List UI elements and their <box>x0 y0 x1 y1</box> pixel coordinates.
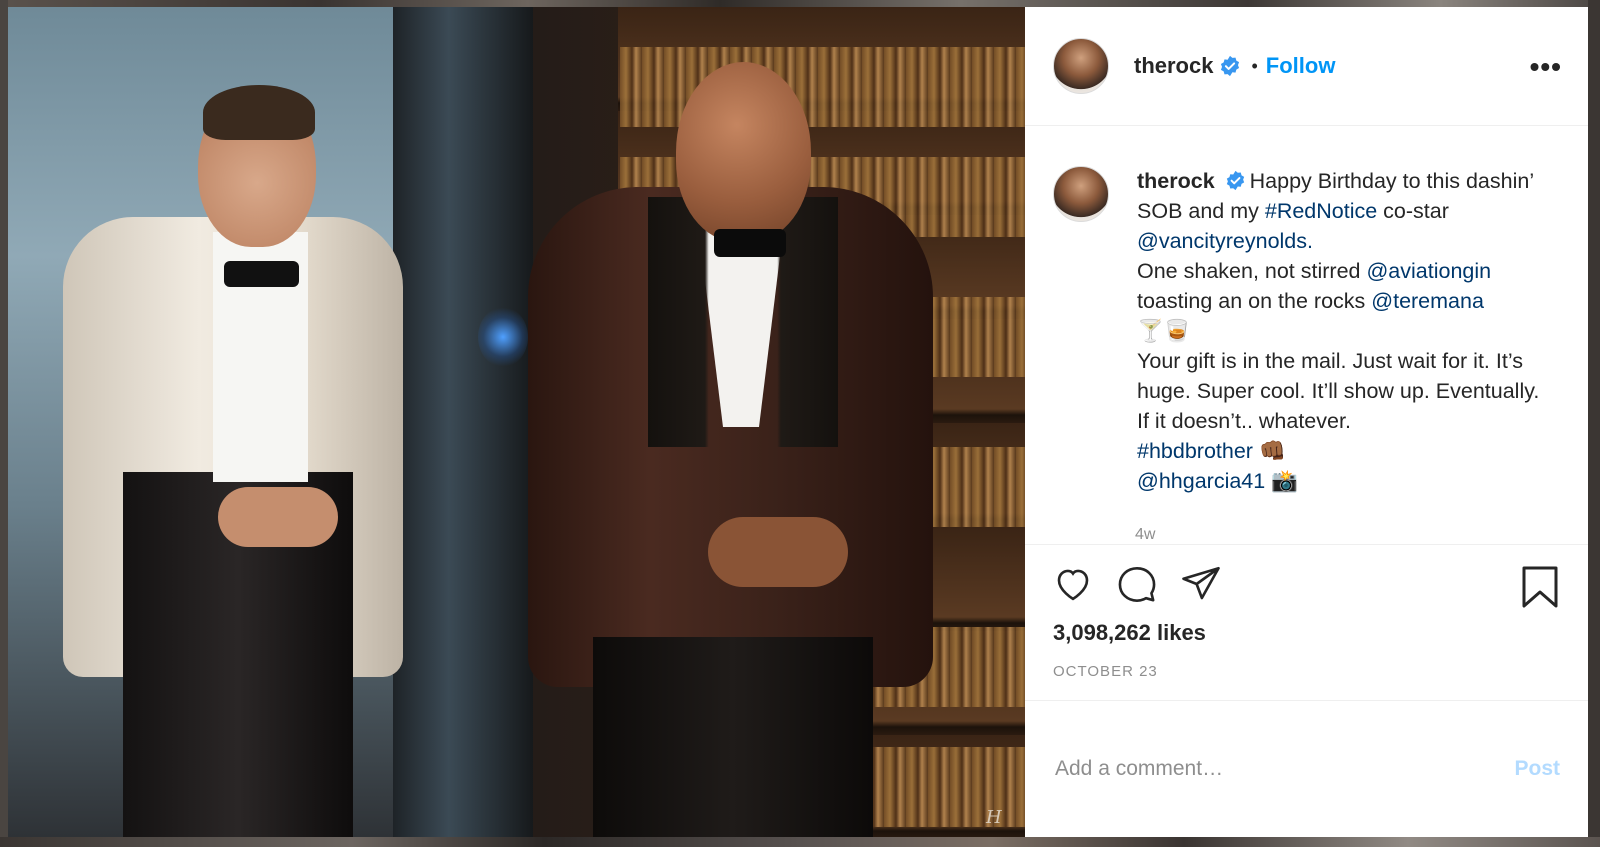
post-side-panel: therock • Follow ••• therock Happy Birth… <box>1025 7 1588 837</box>
verified-badge-icon <box>1226 170 1244 190</box>
hashtag-rednotice[interactable]: #RedNotice <box>1265 199 1377 223</box>
more-options-icon[interactable]: ••• <box>1530 51 1562 83</box>
photo-watermark: H <box>986 807 1002 828</box>
hashtag-hbdbrother[interactable]: #hbdbrother <box>1137 439 1253 463</box>
post-photo[interactable]: H <box>8 7 1025 837</box>
post-date: OCTOBER 23 <box>1053 663 1158 680</box>
caption-avatar[interactable] <box>1053 166 1109 222</box>
mention-vancityreynolds[interactable]: @vancityreynolds <box>1137 229 1307 253</box>
caption-section: therock Happy Birthday to this dashin’ S… <box>1025 126 1588 545</box>
share-icon[interactable] <box>1179 563 1223 605</box>
fist-emoji: 👊🏾 <box>1258 439 1286 463</box>
comment-icon[interactable] <box>1115 563 1159 605</box>
follow-button[interactable]: Follow <box>1266 53 1336 79</box>
comment-bar: Post <box>1025 701 1588 837</box>
post-header: therock • Follow ••• <box>1025 7 1588 126</box>
mention-hhgarcia41[interactable]: @hhgarcia41 <box>1137 469 1265 493</box>
background-feed-left <box>0 0 8 847</box>
bookmark-icon[interactable] <box>1520 565 1560 609</box>
action-bar: 3,098,262 likes OCTOBER 23 <box>1025 545 1588 701</box>
caption-username[interactable]: therock <box>1137 169 1215 193</box>
background-feed-right <box>1588 0 1600 847</box>
avatar[interactable] <box>1053 38 1109 94</box>
caption-text: therock Happy Birthday to this dashin’ S… <box>1137 169 1540 493</box>
verified-badge-icon <box>1221 55 1240 77</box>
separator-dot: • <box>1251 55 1258 76</box>
camera-emoji: 📸 <box>1271 469 1298 493</box>
username[interactable]: therock <box>1134 53 1213 79</box>
comment-input[interactable] <box>1053 756 1477 782</box>
background-feed-bottom <box>0 837 1600 847</box>
drinks-emoji: 🍸🥃 <box>1137 319 1191 343</box>
mention-teremana[interactable]: @teremana <box>1371 289 1484 313</box>
post-modal: H therock • Follow ••• therock Happy Bir… <box>8 7 1588 837</box>
like-count[interactable]: 3,098,262 likes <box>1053 620 1206 646</box>
heart-icon[interactable] <box>1051 563 1095 605</box>
mention-aviationgin[interactable]: @aviationgin <box>1366 259 1491 283</box>
post-age[interactable]: 4w <box>1135 526 1560 544</box>
post-comment-button[interactable]: Post <box>1514 757 1560 781</box>
